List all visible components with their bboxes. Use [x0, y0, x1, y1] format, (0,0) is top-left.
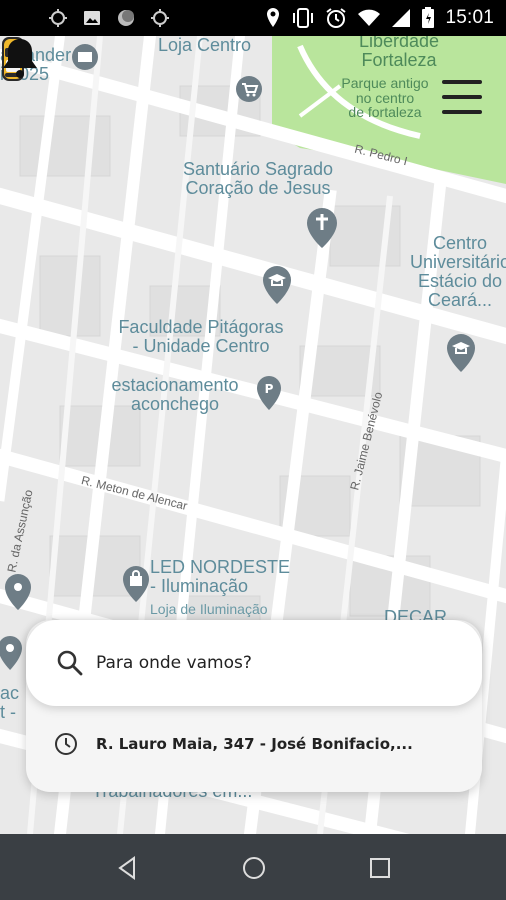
bell-icon[interactable]: [0, 36, 40, 80]
parking-pin-icon: P: [257, 376, 281, 410]
poi-label-estacionamento[interactable]: estacionamento aconchego: [100, 376, 250, 414]
poi-label-centro-universitario[interactable]: Centro Universitário Estácio do Ceará...: [400, 234, 506, 310]
menu-bar: [442, 110, 482, 114]
clock-icon: [55, 733, 77, 755]
status-bar-notifications: [48, 8, 170, 28]
search-icon: [57, 650, 83, 676]
system-navigation-bar: [0, 834, 506, 900]
school-pin-icon: [447, 334, 475, 372]
circle-icon: [118, 10, 134, 26]
school-pin-icon: [263, 266, 291, 304]
recent-destination-item[interactable]: R. Lauro Maia, 347 - José Bonifacio,...: [26, 716, 482, 772]
location-pin-icon: [267, 8, 280, 27]
vibrate-icon: [293, 8, 314, 28]
menu-bar: [442, 80, 482, 84]
poi-label-led-sub: Loja de Iluminação: [150, 601, 268, 617]
menu-bar: [442, 95, 482, 99]
battery-icon: [422, 7, 435, 28]
poi-label-santuario[interactable]: Santuário Sagrado Coração de Jesus: [168, 160, 348, 198]
back-button[interactable]: [114, 854, 142, 882]
svg-text:P: P: [265, 382, 274, 396]
poi-label-led-nordeste[interactable]: LED NORDESTE - Iluminação: [150, 558, 300, 596]
poi-label-loja-centro[interactable]: Loja Centro: [158, 36, 278, 55]
shopping-bag-pin-icon: [123, 566, 149, 602]
poi-label-parque[interactable]: Parque antigo no centro de fortaleza: [330, 76, 440, 120]
navigation-icon: [151, 9, 169, 27]
signal-icon: [392, 9, 411, 27]
image-icon: [84, 11, 100, 25]
atm-icon: [72, 44, 98, 70]
location-pin-icon: [0, 636, 22, 670]
recents-button[interactable]: [366, 854, 394, 882]
search-placeholder: Para onde vamos?: [96, 653, 252, 673]
destination-card: Para onde vamos? R. Lauro Maia, 347 - Jo…: [26, 620, 482, 792]
status-bar-system: 15:01: [265, 6, 494, 30]
poi-label-pitagoras[interactable]: Faculdade Pitágoras - Unidade Centro: [106, 318, 296, 356]
recent-destination-label: R. Lauro Maia, 347 - José Bonifacio,...: [96, 735, 413, 753]
alarm-icon: [326, 8, 347, 28]
destination-search-field[interactable]: Para onde vamos?: [26, 620, 482, 706]
church-pin-icon: [307, 208, 337, 248]
hamburger-menu-button[interactable]: [442, 80, 482, 118]
poi-label-liberdade[interactable]: Liberdade Fortaleza: [334, 36, 464, 70]
wifi-icon: [358, 9, 381, 26]
status-bar: 15:01: [0, 0, 506, 36]
location-pin-icon: [5, 574, 31, 610]
status-bar-time: 15:01: [445, 7, 494, 28]
home-button[interactable]: [240, 854, 268, 882]
shopping-cart-icon: [236, 76, 262, 102]
navigation-icon: [49, 9, 67, 27]
